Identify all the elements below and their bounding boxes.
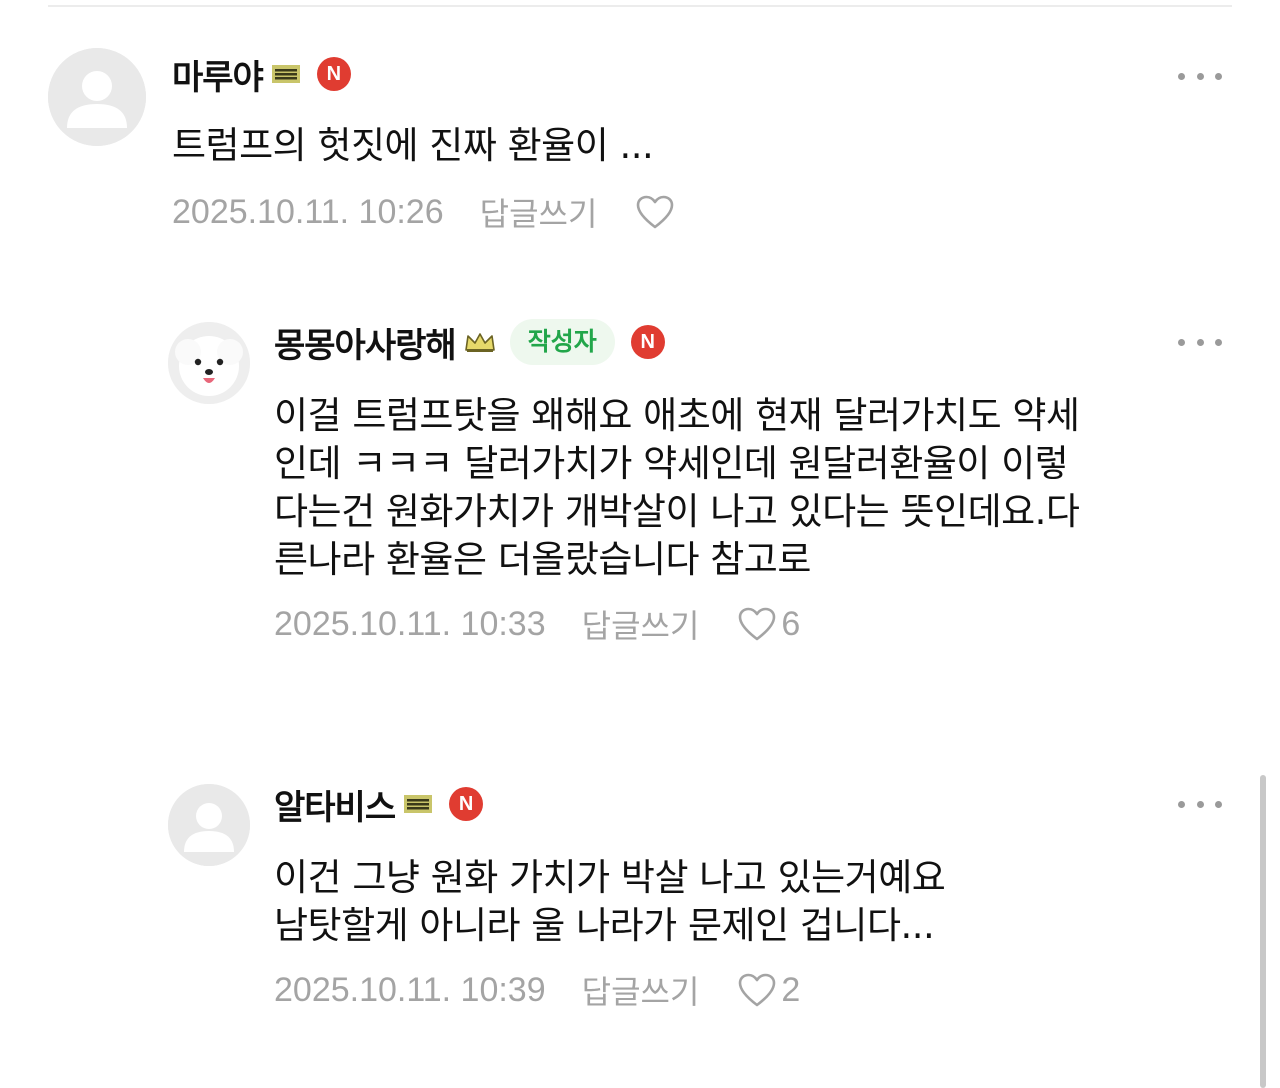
like-count: 2 <box>781 970 801 1009</box>
person-silhouette-icon <box>168 784 250 866</box>
person-silhouette-icon <box>48 48 146 146</box>
reply-button[interactable]: 답글쓰기 <box>480 189 598 235</box>
top-divider <box>48 5 1232 7</box>
like-button[interactable] <box>635 194 679 230</box>
comment-header: 알타비스 N <box>274 778 1254 830</box>
level-bars-icon <box>271 62 301 86</box>
author-name[interactable]: 마루야 <box>172 50 264 99</box>
comment-item: 마루야 N 트럼프의 헛짓에 진짜 환율이 ... 2025.10.11. 10… <box>48 48 1280 248</box>
like-count: 6 <box>781 604 801 643</box>
comment-date: 2025.10.11. 10:39 <box>274 970 546 1009</box>
writer-badge: 작성자 <box>509 319 615 365</box>
new-badge: N <box>630 325 665 359</box>
comment-text: 이걸 트럼프탓을 왜해요 애초에 현재 달러가치도 약세 인데 ㅋㅋㅋ 달러가치… <box>274 394 1080 581</box>
reply-button[interactable]: 답글쓰기 <box>582 967 700 1013</box>
scrollbar[interactable] <box>1260 775 1266 1088</box>
comment-text: 트럼프의 헛짓에 진짜 환율이 ... <box>172 124 654 167</box>
more-options-button[interactable] <box>1178 330 1222 354</box>
comment-header: 마루야 N <box>172 48 1172 100</box>
avatar[interactable] <box>168 322 250 404</box>
avatar[interactable] <box>168 784 250 866</box>
comment-date: 2025.10.11. 10:33 <box>274 604 546 643</box>
comment-item: 몽몽아사랑해 작성자 N 이걸 트럼프탓을 왜해요 애초에 현재 달러가치도 약… <box>168 316 1280 716</box>
comment-header: 몽몽아사랑해 작성자 N <box>274 316 1254 368</box>
more-dots-icon <box>1178 800 1185 808</box>
new-badge: N <box>449 787 484 821</box>
more-options-button[interactable] <box>1178 64 1222 88</box>
avatar[interactable] <box>48 48 146 146</box>
more-dots-icon <box>1178 72 1185 80</box>
heart-outline-icon <box>637 195 674 229</box>
comment-date: 2025.10.11. 10:26 <box>172 192 444 231</box>
more-dots-icon <box>1178 338 1185 346</box>
heart-outline-icon <box>739 973 776 1007</box>
author-name[interactable]: 몽몽아사랑해 <box>274 318 457 367</box>
dog-avatar-icon <box>168 322 250 404</box>
new-badge: N <box>316 57 351 91</box>
comment-text: 이건 그냥 원화 가치가 박살 나고 있는거예요 남탓할게 아니라 울 나라가 … <box>274 856 946 947</box>
heart-outline-icon <box>739 607 776 641</box>
level-bars-icon <box>403 792 433 816</box>
level-crown-icon <box>464 330 495 354</box>
author-name[interactable]: 알타비스 <box>274 780 396 829</box>
comment-item: 알타비스 N 이건 그냥 원화 가치가 박살 나고 있는거예요 남탓할게 아니라… <box>168 778 1280 1058</box>
like-button[interactable]: 2 <box>737 971 800 1010</box>
reply-button[interactable]: 답글쓰기 <box>582 601 700 647</box>
like-button[interactable]: 6 <box>737 605 800 644</box>
more-options-button[interactable] <box>1178 792 1222 816</box>
